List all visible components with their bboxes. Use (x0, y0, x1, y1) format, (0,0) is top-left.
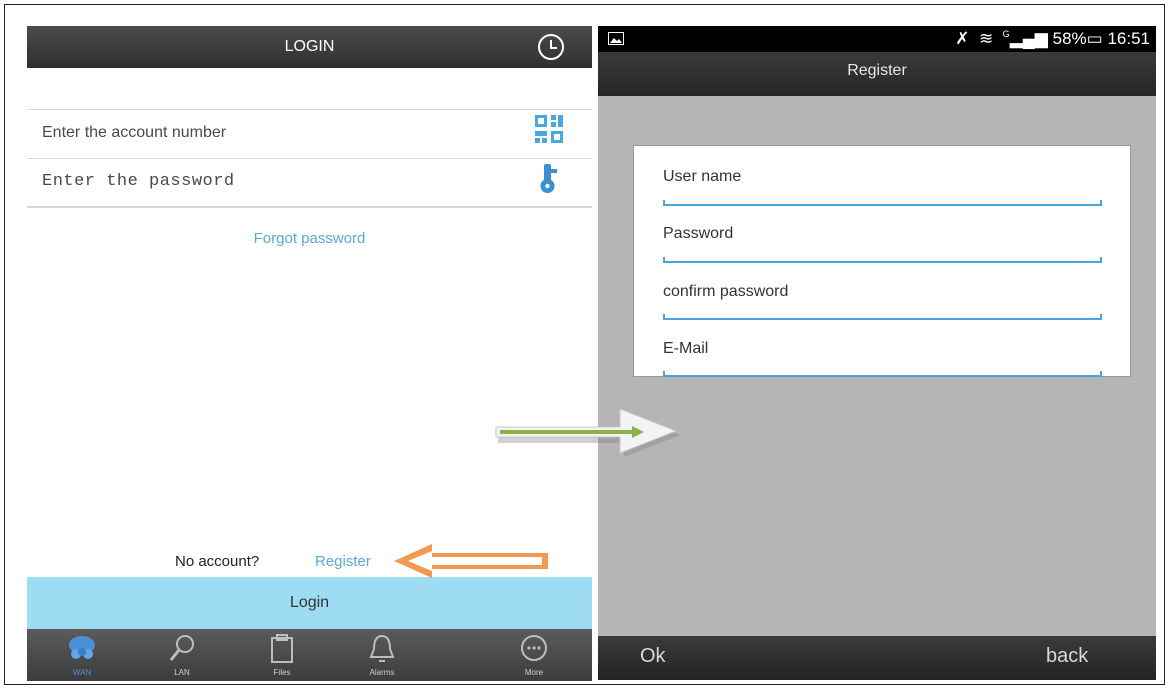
login-button[interactable]: Login (27, 577, 592, 629)
tab-alarms[interactable]: Alarms (337, 629, 427, 681)
battery-percent: 58% (1052, 29, 1087, 48)
login-title: LOGIN (284, 38, 335, 55)
gallery-icon (608, 32, 624, 45)
signal-icon: G▂▄▆ (1002, 29, 1048, 48)
status-indicators: ✗ ≋ G▂▄▆ 58%▭ 16:51 (955, 29, 1150, 49)
signal-label: G (1002, 29, 1010, 39)
qr-code-icon[interactable] (534, 114, 564, 144)
account-field[interactable]: Enter the account number (27, 109, 592, 159)
bottom-tab-bar: WAN LAN Files Alarms More (27, 629, 592, 681)
tab-label: Alarms (369, 668, 395, 677)
history-clock-icon[interactable] (537, 33, 565, 61)
tab-label: WAN (72, 668, 92, 677)
confirm-password-input[interactable] (663, 290, 1102, 320)
wifi-icon: ≋ (978, 29, 994, 48)
green-right-arrow-icon (495, 408, 680, 457)
clipboard-icon (271, 634, 293, 663)
bell-icon (369, 634, 395, 662)
tab-wan[interactable]: WAN (37, 629, 127, 681)
key-icon (540, 164, 557, 193)
password-field[interactable]: Enter the password (27, 158, 592, 208)
password-input[interactable] (663, 232, 1102, 263)
clock-time: 16:51 (1107, 29, 1150, 48)
tab-label: Files (273, 668, 291, 677)
tab-more[interactable]: More (489, 629, 579, 681)
email-input[interactable] (663, 347, 1102, 377)
cloud-users-icon (69, 636, 95, 659)
tab-label: More (524, 668, 544, 677)
forgot-password-link[interactable]: Forgot password (27, 230, 592, 247)
login-screen: LOGIN Enter the account number Enter the… (27, 26, 592, 681)
orange-left-arrow-icon (394, 544, 548, 578)
username-input[interactable] (663, 175, 1102, 206)
register-title: Register (847, 62, 907, 79)
battery-icon: ▭ (1086, 29, 1103, 48)
account-input[interactable]: Enter the account number (42, 124, 226, 142)
tab-label: LAN (174, 668, 190, 677)
tab-files[interactable]: Files (237, 629, 327, 681)
register-form: User name Password confirm password E-Ma… (633, 145, 1131, 377)
tab-lan[interactable]: LAN (137, 629, 227, 681)
register-link[interactable]: Register (315, 553, 371, 570)
mute-icon: ✗ (955, 29, 970, 48)
more-icon (521, 635, 547, 661)
no-account-text: No account? (175, 553, 260, 570)
status-bar: ✗ ≋ G▂▄▆ 58%▭ 16:51 (598, 26, 1156, 52)
search-icon (169, 635, 194, 661)
back-button[interactable]: back (1046, 645, 1088, 668)
ok-button[interactable]: Ok (640, 645, 666, 668)
register-screen: ✗ ≋ G▂▄▆ 58%▭ 16:51 Register User name P… (598, 26, 1156, 680)
password-input[interactable]: Enter the password (42, 172, 235, 191)
